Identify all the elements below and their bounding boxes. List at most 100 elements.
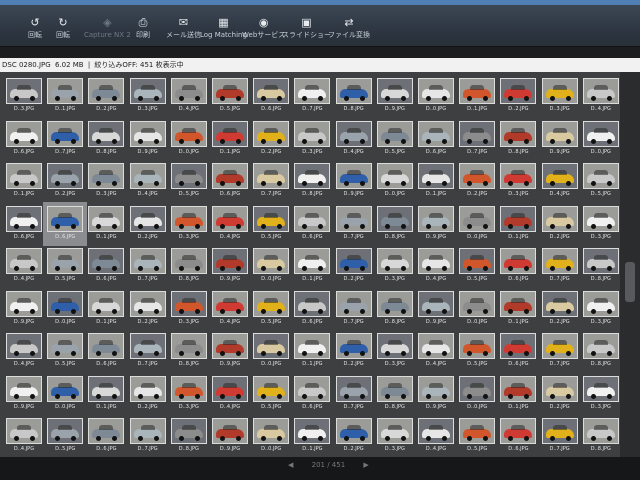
thumbnail-item[interactable]: D..4.JPG: [2, 244, 46, 288]
thumbnail-item[interactable]: D..6.JPG: [2, 117, 46, 161]
thumbnail-item[interactable]: D..6.JPG: [249, 74, 293, 118]
thumbnail-item[interactable]: D..2.JPG: [332, 329, 376, 373]
thumbnail-item[interactable]: D..8.JPG: [373, 287, 417, 331]
thumbnail-item[interactable]: D..6.JPG: [43, 201, 88, 246]
thumbnail-item[interactable]: D..3.JPG: [496, 159, 540, 203]
thumbnail-item[interactable]: D..7.JPG: [538, 244, 582, 288]
thumbnail-item[interactable]: D..6.JPG: [84, 244, 128, 288]
thumbnail-item[interactable]: D..3.JPG: [579, 372, 620, 416]
thumbnail-item[interactable]: D..9.JPG: [2, 287, 46, 331]
thumbnail-item[interactable]: D..3.JPG: [167, 372, 211, 416]
thumbnail-item[interactable]: D..4.JPG: [167, 74, 211, 118]
thumbnail-item[interactable]: D..3.JPG: [126, 74, 170, 118]
thumbnail-item[interactable]: D..9.JPG: [208, 244, 252, 288]
thumbnail-item[interactable]: D..3.JPG: [373, 244, 417, 288]
thumbnail-item[interactable]: D..3.JPG: [84, 159, 128, 203]
thumbnail-item[interactable]: D..6.JPG: [290, 287, 334, 331]
thumbnail-item[interactable]: D..4.JPG: [538, 159, 582, 203]
toolbar-button-3[interactable]: ⎙ 印刷: [136, 16, 150, 42]
thumbnail-item[interactable]: D..8.JPG: [167, 329, 211, 373]
toolbar-button-0[interactable]: ↺ 回転: [28, 16, 42, 42]
thumbnail-item[interactable]: D..6.JPG: [414, 117, 458, 161]
thumbnail-item[interactable]: D..6.JPG: [84, 329, 128, 373]
thumbnail-item[interactable]: D..5.JPG: [249, 202, 293, 246]
thumbnail-item[interactable]: D..8.JPG: [332, 74, 376, 118]
thumbnail-item[interactable]: D..3.JPG: [167, 287, 211, 331]
thumbnail-item[interactable]: D..7.JPG: [538, 329, 582, 373]
thumbnail-item[interactable]: D..9.JPG: [414, 287, 458, 331]
thumbnail-item[interactable]: D..3.JPG: [538, 74, 582, 118]
thumbnail-item[interactable]: D..9.JPG: [208, 329, 252, 373]
thumbnail-item[interactable]: D..5.JPG: [455, 329, 499, 373]
thumbnail-item[interactable]: D..2.JPG: [496, 74, 540, 118]
thumbnail-item[interactable]: D..4.JPG: [414, 414, 458, 457]
thumbnail-item[interactable]: D..6.JPG: [496, 414, 540, 457]
thumbnail-item[interactable]: D..9.JPG: [2, 372, 46, 416]
thumbnail-item[interactable]: D..1.JPG: [290, 244, 334, 288]
thumbnail-item[interactable]: D..7.JPG: [332, 202, 376, 246]
thumbnail-item[interactable]: D..5.JPG: [43, 414, 87, 457]
thumbnail-item[interactable]: D..0.JPG: [579, 117, 620, 161]
scrollbar-thumb[interactable]: [625, 262, 635, 302]
scrollbar[interactable]: [620, 72, 640, 457]
thumbnail-item[interactable]: D..7.JPG: [126, 329, 170, 373]
thumbnail-item[interactable]: D..2.JPG: [126, 202, 170, 246]
thumbnail-item[interactable]: D..1.JPG: [455, 74, 499, 118]
thumbnail-item[interactable]: D..2.JPG: [126, 372, 170, 416]
toolbar-button-4[interactable]: ✉ メール送信: [166, 16, 201, 42]
thumbnail-item[interactable]: D..1.JPG: [290, 414, 334, 457]
thumbnail-item[interactable]: D..2.JPG: [84, 74, 128, 118]
thumbnail-item[interactable]: D..5.JPG: [455, 414, 499, 457]
thumbnail-item[interactable]: D..4.JPG: [579, 74, 620, 118]
thumbnail-item[interactable]: D..1.JPG: [496, 372, 540, 416]
thumbnail-grid[interactable]: D..3.JPG D..1.JPG D..2.JPG D..3.JPG D..4.JPG…: [0, 72, 620, 457]
thumbnail-item[interactable]: D..1.JPG: [290, 329, 334, 373]
thumbnail-item[interactable]: D..3.JPG: [373, 329, 417, 373]
toolbar-button-7[interactable]: ▣ スライドショー: [282, 16, 331, 42]
thumbnail-item[interactable]: D..0.JPG: [249, 329, 293, 373]
thumbnail-item[interactable]: D..0.JPG: [43, 372, 87, 416]
thumbnail-item[interactable]: D..7.JPG: [43, 117, 87, 161]
thumbnail-item[interactable]: D..1.JPG: [496, 287, 540, 331]
thumbnail-item[interactable]: D..8.JPG: [579, 244, 620, 288]
thumbnail-item[interactable]: D..5.JPG: [373, 117, 417, 161]
thumbnail-item[interactable]: D..6.JPG: [208, 159, 252, 203]
thumbnail-item[interactable]: D..9.JPG: [126, 117, 170, 161]
thumbnail-item[interactable]: D..4.JPG: [2, 414, 46, 457]
thumbnail-item[interactable]: D..8.JPG: [167, 414, 211, 457]
thumbnail-item[interactable]: D..0.JPG: [373, 159, 417, 203]
thumbnail-item[interactable]: D..2.JPG: [126, 287, 170, 331]
thumbnail-item[interactable]: D..7.JPG: [249, 159, 293, 203]
thumbnail-item[interactable]: D..2.JPG: [538, 287, 582, 331]
thumbnail-item[interactable]: D..4.JPG: [126, 159, 170, 203]
thumbnail-item[interactable]: D..9.JPG: [208, 414, 252, 457]
toolbar-button-1[interactable]: ↻ 回転: [56, 16, 70, 42]
thumbnail-item[interactable]: D..5.JPG: [167, 159, 211, 203]
thumbnail-item[interactable]: D..1.JPG: [84, 372, 128, 416]
thumbnail-item[interactable]: D..7.JPG: [332, 287, 376, 331]
thumbnail-item[interactable]: D..5.JPG: [43, 244, 87, 288]
thumbnail-item[interactable]: D..4.JPG: [208, 287, 252, 331]
thumbnail-item[interactable]: D..8.JPG: [579, 329, 620, 373]
thumbnail-item[interactable]: D..7.JPG: [332, 372, 376, 416]
thumbnail-item[interactable]: D..5.JPG: [249, 287, 293, 331]
thumbnail-item[interactable]: D..2.JPG: [249, 117, 293, 161]
thumbnail-item[interactable]: D..0.JPG: [414, 74, 458, 118]
thumbnail-item[interactable]: D..0.JPG: [455, 202, 499, 246]
thumbnail-item[interactable]: D..6.JPG: [2, 202, 46, 246]
toolbar-button-2[interactable]: ◈ Capture NX 2: [84, 16, 131, 42]
thumbnail-item[interactable]: D..2.JPG: [332, 244, 376, 288]
thumbnail-item[interactable]: D..0.JPG: [455, 372, 499, 416]
thumbnail-item[interactable]: D..0.JPG: [249, 244, 293, 288]
thumbnail-item[interactable]: D..3.JPG: [579, 287, 620, 331]
thumbnail-item[interactable]: D..8.JPG: [579, 414, 620, 457]
thumbnail-item[interactable]: D..6.JPG: [84, 414, 128, 457]
thumbnail-item[interactable]: D..8.JPG: [373, 372, 417, 416]
toolbar-button-6[interactable]: ◉ Webサービス: [242, 16, 285, 42]
thumbnail-item[interactable]: D..0.JPG: [167, 117, 211, 161]
thumbnail-item[interactable]: D..3.JPG: [290, 117, 334, 161]
thumbnail-item[interactable]: D..2.JPG: [332, 414, 376, 457]
thumbnail-item[interactable]: D..8.JPG: [290, 159, 334, 203]
thumbnail-item[interactable]: D..9.JPG: [332, 159, 376, 203]
thumbnail-item[interactable]: D..8.JPG: [84, 117, 128, 161]
